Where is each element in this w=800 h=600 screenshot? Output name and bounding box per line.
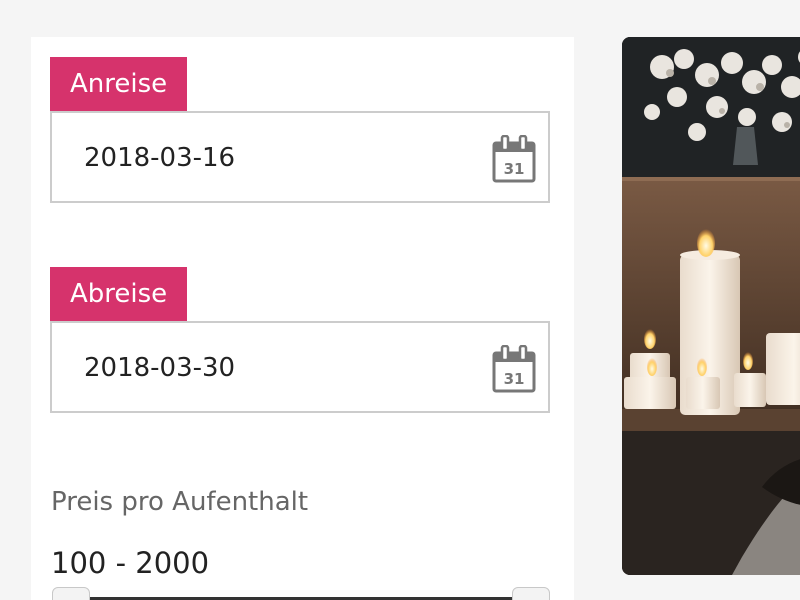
price-slider-min-handle[interactable] (52, 587, 90, 600)
page: Anreise 2018-03-16 31 Abreise 2018-03-30… (0, 0, 800, 600)
departure-date-value[interactable]: 2018-03-30 (84, 323, 235, 413)
calendar-icon[interactable]: 31 (492, 345, 536, 393)
price-label: Preis pro Aufenthalt (51, 487, 309, 517)
calendar-icon[interactable]: 31 (492, 135, 536, 183)
arrival-label: Anreise (50, 57, 188, 112)
arrival-date-field[interactable]: 2018-03-16 31 (50, 111, 550, 203)
booking-filter-panel: Anreise 2018-03-16 31 Abreise 2018-03-30… (31, 37, 574, 600)
departure-label: Abreise (50, 267, 188, 322)
price-range-value: 100 - 2000 (51, 546, 210, 580)
calendar-icon-number: 31 (504, 160, 525, 178)
arrival-date-value[interactable]: 2018-03-16 (84, 113, 235, 203)
spa-candles-photo (622, 37, 800, 575)
calendar-icon-number: 31 (504, 370, 525, 388)
departure-date-field[interactable]: 2018-03-30 31 (50, 321, 550, 413)
price-slider-max-handle[interactable] (512, 587, 550, 600)
